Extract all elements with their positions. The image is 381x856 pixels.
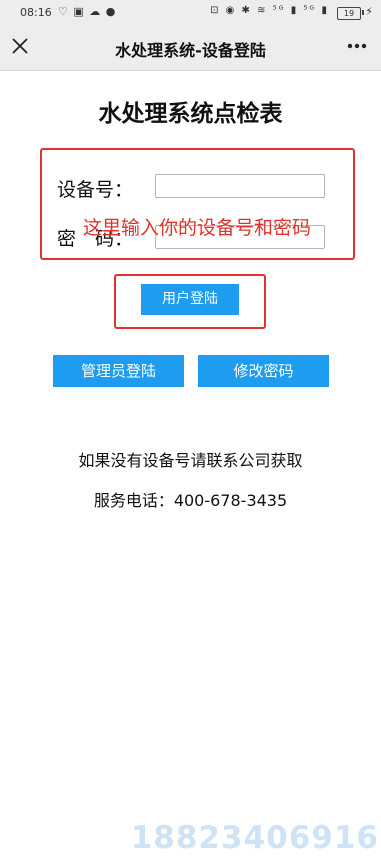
charging-icon: ⚡ (365, 5, 373, 18)
device-number-input[interactable] (155, 174, 325, 198)
service-phone-text: 服务电话：400-678-3435 (93, 491, 288, 510)
device-number-label: 设备号： (57, 179, 134, 201)
admin-login-button[interactable]: 管理员登陆 (53, 355, 184, 387)
battery-icon: 19 (337, 7, 361, 20)
nav-bar: 水处理系统-设备登陆 (0, 26, 381, 71)
nav-title: 水处理系统-设备登陆 (115, 41, 266, 60)
contact-info-text: 如果没有设备号请联系公司获取 (78, 451, 303, 470)
status-time: 08:16 (20, 6, 52, 19)
page-title: 水处理系统点检表 (98, 101, 283, 127)
signal-icons: ⊡ ◉ ✱ ≋ ⁵ᴳ ▮ ⁵ᴳ ▮ (210, 5, 329, 16)
battery-tip (362, 10, 364, 15)
user-login-button[interactable]: 用户登陆 (141, 284, 239, 315)
status-bar: 08:16 ♡ ▣ ☁ ● ⊡ ◉ ✱ ≋ ⁵ᴳ ▮ ⁵ᴳ ▮ 19 ⚡ (0, 0, 381, 26)
phone-watermark: 18823406916 (130, 820, 379, 856)
instruction-annotation: 这里输入你的设备号和密码 (83, 217, 312, 239)
notification-icons: ♡ ▣ ☁ ● (58, 5, 117, 18)
change-password-button[interactable]: 修改密码 (198, 355, 329, 387)
more-options-icon[interactable] (347, 43, 367, 49)
